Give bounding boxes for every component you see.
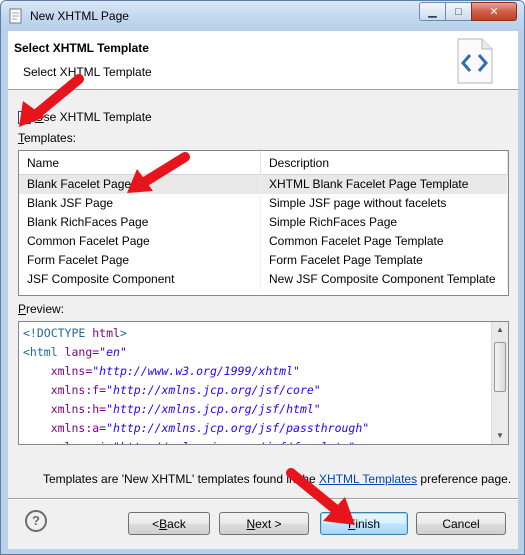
templates-note: Templates are 'New XHTML' templates foun… xyxy=(43,472,512,486)
preview-code: <!DOCTYPE html> <html lang="en" xmlns="ht… xyxy=(23,324,370,444)
code-attribute: lang= xyxy=(57,345,100,359)
code-attribute: xmlns:h= xyxy=(50,402,107,416)
page-title: Select XHTML Template xyxy=(14,41,149,55)
code-line: <html lang="en" xyxy=(23,343,369,362)
scroll-down-icon[interactable]: ▼ xyxy=(492,428,508,444)
code-string: "http://xmlns.jcp.org/jsf/core" xyxy=(106,383,321,397)
help-icon: ? xyxy=(32,513,40,528)
annotation-arrow-checkbox xyxy=(19,74,84,127)
template-description: Simple JSF page without facelets xyxy=(261,194,508,213)
preview-label: Preview: xyxy=(18,302,65,316)
template-description: Simple RichFaces Page xyxy=(261,213,508,232)
template-name: Form Facelet Page xyxy=(19,251,261,270)
code-tag-close: > xyxy=(119,326,127,340)
document-icon xyxy=(9,8,22,24)
preview-pane[interactable]: <!DOCTYPE html> <html lang="en" xmlns="ht… xyxy=(18,321,509,445)
code-string: "http://www.w3.org/1999/xhtml" xyxy=(92,364,300,378)
code-attribute: xmlns:a= xyxy=(50,421,107,435)
code-line: xmlns:a="http://xmlns.jcp.org/jsf/passth… xyxy=(23,419,370,438)
template-description: Common Facelet Page Template xyxy=(261,232,508,251)
code-string: "http://xmlns.jcp.org/jsf/passthrough" xyxy=(106,421,370,435)
code-attribute: xmlns:f= xyxy=(50,383,107,397)
code-string: "http://xmlns.jcp.org/jsf/facelets" xyxy=(113,440,355,444)
code-string: "en" xyxy=(99,345,127,359)
code-tag-close: > xyxy=(355,440,362,444)
code-line: <!DOCTYPE html> xyxy=(23,324,369,343)
close-icon: ✕ xyxy=(489,6,499,18)
maximize-icon: □ xyxy=(455,5,462,18)
code-attribute: html xyxy=(85,326,120,340)
templates-label: Templates: xyxy=(18,131,77,145)
template-description: Form Facelet Page Template xyxy=(261,251,508,270)
code-tag: <html xyxy=(23,345,58,359)
template-name: JSF Composite Component xyxy=(19,270,261,289)
title-bar[interactable]: New XHTML Page ▁ □ ✕ xyxy=(1,1,524,31)
window-title: New XHTML Page xyxy=(30,9,129,23)
preview-scrollbar[interactable]: ▲ ▼ xyxy=(491,322,508,444)
template-name: Blank RichFaces Page xyxy=(19,213,261,232)
table-row[interactable]: Blank JSF Page Simple JSF page without f… xyxy=(19,194,508,213)
divider xyxy=(8,498,518,500)
template-description: New JSF Composite Component Template xyxy=(261,270,508,289)
table-row[interactable]: Common Facelet Page Common Facelet Page … xyxy=(19,232,508,251)
xhtml-file-icon xyxy=(457,38,493,84)
back-button[interactable]: < Back xyxy=(128,512,210,535)
annotation-arrow-finish xyxy=(286,468,355,525)
scrollbar-thumb[interactable] xyxy=(494,342,506,392)
code-line: xmlns:f="http://xmlns.jcp.org/jsf/core" xyxy=(23,381,369,400)
maximize-button[interactable]: □ xyxy=(445,2,472,21)
annotation-arrow-template xyxy=(127,152,190,193)
templates-table[interactable]: Name Description Blank Facelet Page XHTM… xyxy=(18,150,509,296)
minimize-icon: ▁ xyxy=(428,6,437,18)
table-row[interactable]: Blank Facelet Page XHTML Blank Facelet P… xyxy=(19,175,508,194)
code-line: xmlns:ui="http://xmlns.jcp.org/jsf/facel… xyxy=(23,438,369,444)
code-line: xmlns="http://www.w3.org/1999/xhtml" xyxy=(23,362,369,381)
new-xhtml-page-dialog: New XHTML Page ▁ □ ✕ Select XHTML Templa… xyxy=(0,0,525,555)
close-button[interactable]: ✕ xyxy=(471,2,517,21)
code-tag: <!DOCTYPE xyxy=(23,326,86,340)
column-header-description[interactable]: Description xyxy=(261,151,508,175)
minimize-button[interactable]: ▁ xyxy=(419,2,446,21)
code-attribute: xmlns:ui= xyxy=(51,440,113,444)
table-row[interactable]: Form Facelet Page Form Facelet Page Temp… xyxy=(19,251,508,270)
code-string: "http://xmlns.jcp.org/jsf/html" xyxy=(106,402,321,416)
code-attribute: xmlns= xyxy=(50,364,93,378)
template-name: Common Facelet Page xyxy=(19,232,261,251)
table-row[interactable]: Blank RichFaces Page Simple RichFaces Pa… xyxy=(19,213,508,232)
cancel-button[interactable]: Cancel xyxy=(416,512,506,535)
template-description: XHTML Blank Facelet Page Template xyxy=(261,175,508,194)
code-line: xmlns:h="http://xmlns.jcp.org/jsf/html" xyxy=(23,400,369,419)
table-header: Name Description xyxy=(19,151,508,175)
help-button[interactable]: ? xyxy=(25,510,47,532)
scroll-up-icon[interactable]: ▲ xyxy=(492,322,508,338)
table-row[interactable]: JSF Composite Component New JSF Composit… xyxy=(19,270,508,289)
